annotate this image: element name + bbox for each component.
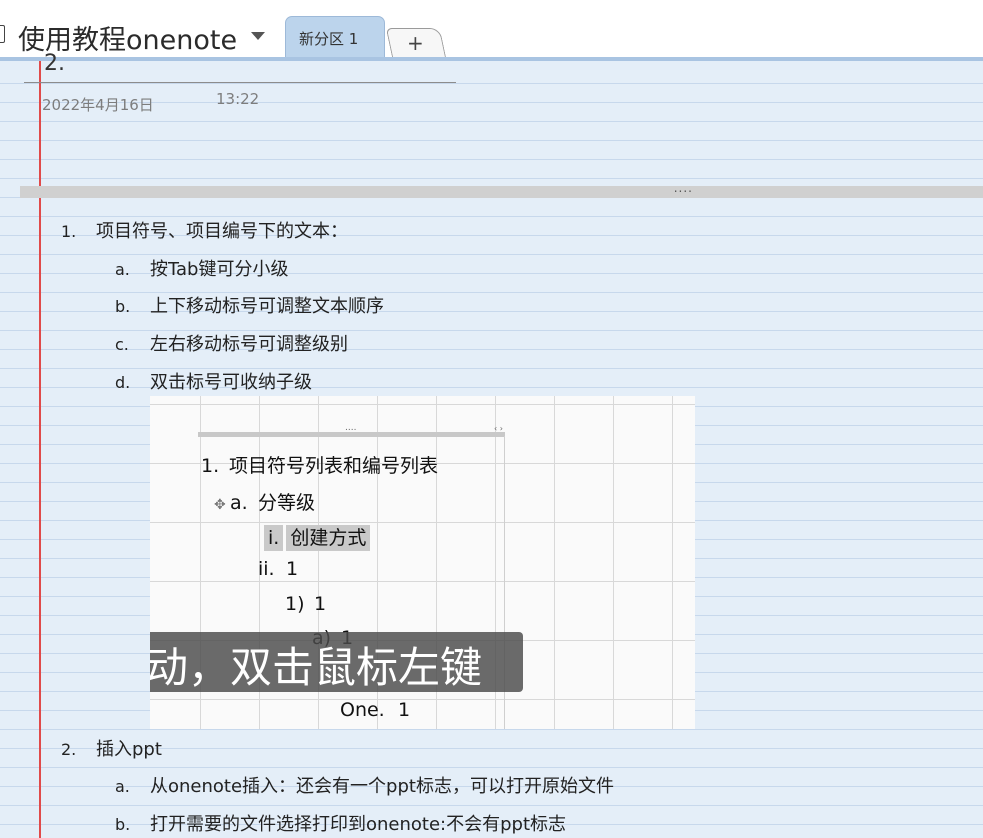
list-item-text: 上下移动标号可调整文本顺序 <box>150 296 384 317</box>
notebook-dropdown-icon[interactable] <box>251 32 265 40</box>
section-tab-new-section-1[interactable]: 新分区 1 <box>285 16 385 60</box>
note-container-handle[interactable]: .... <box>20 181 983 198</box>
embedded-resize-arrows-icon: ‹ › <box>494 424 503 433</box>
list-letter[interactable]: d. <box>115 373 150 392</box>
list-number[interactable]: 1. <box>61 222 96 241</box>
list-item-text: 双击标号可收纳子级 <box>150 372 312 393</box>
notebook-header: 使用教程onenote 新分区 1 + <box>0 0 983 61</box>
list-item-text: 从onenote插入：还会有一个ppt标志，可以打开原始文件 <box>150 776 614 797</box>
list-item-text: 打开需要的文件选择打印到onenote:不会有ppt标志 <box>150 814 567 835</box>
add-section-tab[interactable]: + <box>385 28 447 58</box>
section-tab-label: 新分区 1 <box>299 30 359 48</box>
list-item[interactable]: a. 从onenote插入：还会有一个ppt标志，可以打开原始文件 <box>115 772 614 798</box>
notebook-icon[interactable] <box>0 25 5 43</box>
list-item-text: 按Tab键可分小级 <box>150 259 289 280</box>
list-item[interactable]: b. 打开需要的文件选择打印到onenote:不会有ppt标志 <box>115 810 566 836</box>
embedded-container-handle: .... ‹ › <box>198 423 505 437</box>
list-letter[interactable]: a. <box>115 260 150 279</box>
list-item[interactable]: 2. 插入ppt <box>61 735 162 761</box>
page-date: 2022年4月16日 <box>42 96 154 114</box>
list-letter[interactable]: b. <box>115 297 150 316</box>
list-item[interactable]: c. 左右移动标号可调整级别 <box>115 330 348 356</box>
list-letter[interactable]: a. <box>115 777 150 796</box>
embedded-list-item: 1) 1 <box>285 593 327 615</box>
list-item[interactable]: b. 上下移动标号可调整文本顺序 <box>115 292 384 318</box>
container-grip-icon[interactable]: .... <box>674 181 693 195</box>
plus-icon: + <box>407 31 424 55</box>
page-margin-line <box>39 61 41 838</box>
embedded-list-item: i. 创建方式 <box>264 523 371 551</box>
list-item-text: 项目符号、项目编号下的文本： <box>96 221 348 242</box>
embedded-list-item: One. 1 <box>340 699 411 721</box>
list-item[interactable]: d. 双击标号可收纳子级 <box>115 368 312 394</box>
caption-text: 动，双击鼠标左键 <box>150 643 483 692</box>
list-item[interactable]: 1. 项目符号、项目编号下的文本： <box>61 217 348 243</box>
move-handle-icon: ✥ <box>214 497 226 513</box>
list-letter[interactable]: b. <box>115 815 150 834</box>
title-underline <box>24 82 456 83</box>
embedded-list-item: ii. 1 <box>258 558 299 580</box>
list-item-text: 插入ppt <box>96 739 162 760</box>
video-subtitle-caption: 动，双击鼠标左键 <box>150 632 523 692</box>
page-time: 13:22 <box>216 90 260 108</box>
list-item[interactable]: a. 按Tab键可分小级 <box>115 255 288 281</box>
embedded-list-item: ✥ a. 分等级 <box>214 492 316 514</box>
embedded-screenshot[interactable]: .... ‹ › 1. 项目符号列表和编号列表 ✥ a. 分等级 i. 创建方式 ii.… <box>150 396 695 729</box>
list-number[interactable]: 2. <box>61 740 96 759</box>
list-item-text: 左右移动标号可调整级别 <box>150 334 348 355</box>
embedded-list-item: 1. 项目符号列表和编号列表 <box>201 455 439 477</box>
embedded-grip-icon: .... <box>345 423 357 433</box>
list-letter[interactable]: c. <box>115 335 150 354</box>
note-page[interactable]: 2. 2022年4月16日 13:22 .... 1. 项目符号、项目编号下的文本… <box>0 51 983 838</box>
page-title[interactable]: 2. <box>44 51 65 76</box>
